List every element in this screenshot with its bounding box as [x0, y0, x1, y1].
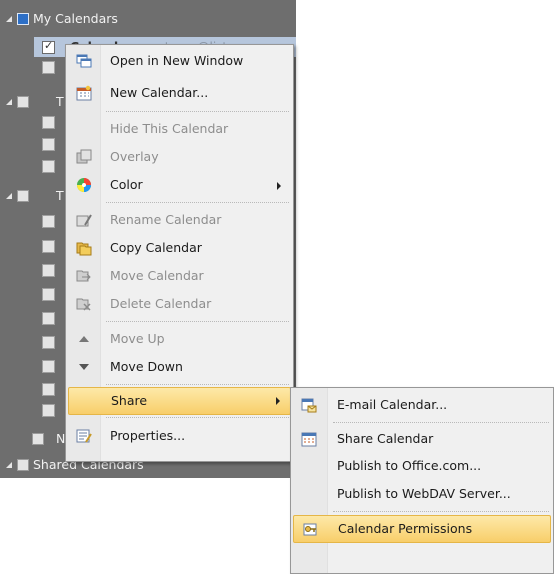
menu-item-label: E-mail Calendar...: [337, 397, 448, 412]
group-label: My Calendars: [33, 11, 118, 26]
calendar-checkbox[interactable]: [42, 312, 55, 325]
group-label: T: [56, 94, 64, 109]
menu-item-open-in-new-window[interactable]: Open in New Window: [68, 47, 291, 75]
menu-item-hide-this-calendar[interactable]: Hide This Calendar: [68, 115, 291, 143]
group-checkbox[interactable]: [17, 13, 29, 25]
menu-item-share[interactable]: Share: [68, 387, 291, 415]
menu-item-properties[interactable]: Properties...: [68, 422, 291, 450]
group-row[interactable]: T: [0, 91, 64, 113]
calendar-checkbox[interactable]: [42, 39, 55, 54]
menu-item-delete-calendar[interactable]: Delete Calendar: [68, 290, 291, 318]
collapse-triangle-icon[interactable]: [6, 462, 12, 468]
menu-item-color[interactable]: Color: [68, 171, 291, 199]
menu-separator: [106, 202, 289, 203]
menu-item-overlay[interactable]: Overlay: [68, 143, 291, 171]
group-checkbox[interactable]: [17, 190, 29, 202]
calendar-context-menu: Open in New Window New Calendar... Hide …: [65, 44, 294, 462]
menu-item-label: New Calendar...: [110, 85, 209, 100]
share-calendar-icon: [301, 431, 317, 447]
menu-item-copy-calendar[interactable]: Copy Calendar: [68, 234, 291, 262]
menu-separator: [333, 511, 549, 512]
menu-item-label: Move Down: [110, 359, 183, 374]
submenu-arrow-icon: [277, 182, 281, 190]
menu-item-label: Overlay: [110, 149, 159, 164]
menu-item-label: Copy Calendar: [110, 240, 202, 255]
down-triangle-icon: [76, 359, 92, 375]
menu-item-publish-to-webdav-server[interactable]: Publish to WebDAV Server...: [293, 480, 551, 508]
menu-item-label: Open in New Window: [110, 53, 244, 68]
calendar-checkbox[interactable]: [42, 383, 55, 396]
menu-separator: [106, 321, 289, 322]
menu-item-publish-to-office-com[interactable]: Publish to Office.com...: [293, 452, 551, 480]
group-checkbox[interactable]: [32, 433, 44, 445]
calendar-checkbox[interactable]: [42, 215, 55, 228]
menu-item-label: Calendar Permissions: [338, 521, 473, 536]
menu-item-share-calendar[interactable]: Share Calendar: [293, 425, 551, 453]
menu-item-label: Publish to WebDAV Server...: [337, 486, 511, 501]
calendar-checkbox[interactable]: [42, 360, 55, 373]
submenu-arrow-icon: [276, 397, 280, 405]
calendar-checkbox[interactable]: [42, 61, 55, 74]
up-triangle-icon: [76, 331, 92, 347]
menu-item-label: Properties...: [110, 428, 186, 443]
menu-item-move-down[interactable]: Move Down: [68, 353, 291, 381]
menu-item-label: Delete Calendar: [110, 296, 212, 311]
menu-item-label: Share: [111, 393, 148, 408]
rename-icon: [76, 212, 92, 228]
permissions-icon: [302, 521, 318, 537]
group-my-calendars[interactable]: My Calendars: [0, 8, 296, 30]
calendar-checkbox[interactable]: [42, 160, 55, 173]
calendar-checkbox[interactable]: [42, 336, 55, 349]
menu-item-label: Rename Calendar: [110, 212, 222, 227]
collapse-triangle-icon[interactable]: [6, 99, 12, 105]
menu-item-label: Publish to Office.com...: [337, 458, 482, 473]
group-label: T: [56, 188, 64, 203]
email-calendar-icon: [301, 397, 317, 413]
menu-item-move-up[interactable]: Move Up: [68, 325, 291, 353]
collapse-triangle-icon[interactable]: [6, 16, 12, 22]
delete-icon: [76, 296, 92, 312]
group-row[interactable]: N: [0, 428, 65, 450]
calendar-checkbox[interactable]: [42, 404, 55, 417]
calendar-checkbox[interactable]: [42, 138, 55, 151]
color-wheel-icon: [76, 177, 92, 193]
menu-item-new-calendar[interactable]: New Calendar...: [68, 79, 291, 107]
group-checkbox[interactable]: [17, 459, 29, 471]
group-row[interactable]: T: [0, 185, 64, 207]
group-checkbox[interactable]: [17, 96, 29, 108]
calendar-checkbox[interactable]: [42, 264, 55, 277]
menu-item-label: Color: [110, 177, 143, 192]
overlay-icon: [76, 149, 92, 165]
collapse-triangle-icon[interactable]: [6, 193, 12, 199]
menu-item-label: Move Calendar: [110, 268, 204, 283]
calendar-checkbox[interactable]: [42, 240, 55, 253]
menu-item-move-calendar[interactable]: Move Calendar: [68, 262, 291, 290]
move-icon: [76, 268, 92, 284]
calendar-checkbox[interactable]: [42, 288, 55, 301]
menu-separator: [333, 422, 549, 423]
menu-separator: [106, 417, 289, 418]
group-label: N: [56, 431, 66, 446]
menu-item-label: Hide This Calendar: [110, 121, 229, 136]
menu-item-label: Share Calendar: [337, 431, 434, 446]
menu-separator: [106, 384, 289, 385]
menu-item-rename-calendar[interactable]: Rename Calendar: [68, 206, 291, 234]
calendar-checkbox[interactable]: [42, 116, 55, 129]
calendar-icon: [76, 85, 92, 101]
menu-item-calendar-permissions[interactable]: Calendar Permissions: [293, 515, 551, 543]
menu-item-email-calendar[interactable]: E-mail Calendar...: [293, 391, 551, 419]
menu-item-label: Move Up: [110, 331, 165, 346]
menu-separator: [106, 111, 289, 112]
copy-icon: [76, 240, 92, 256]
window-icon: [76, 53, 92, 69]
properties-icon: [76, 428, 92, 444]
